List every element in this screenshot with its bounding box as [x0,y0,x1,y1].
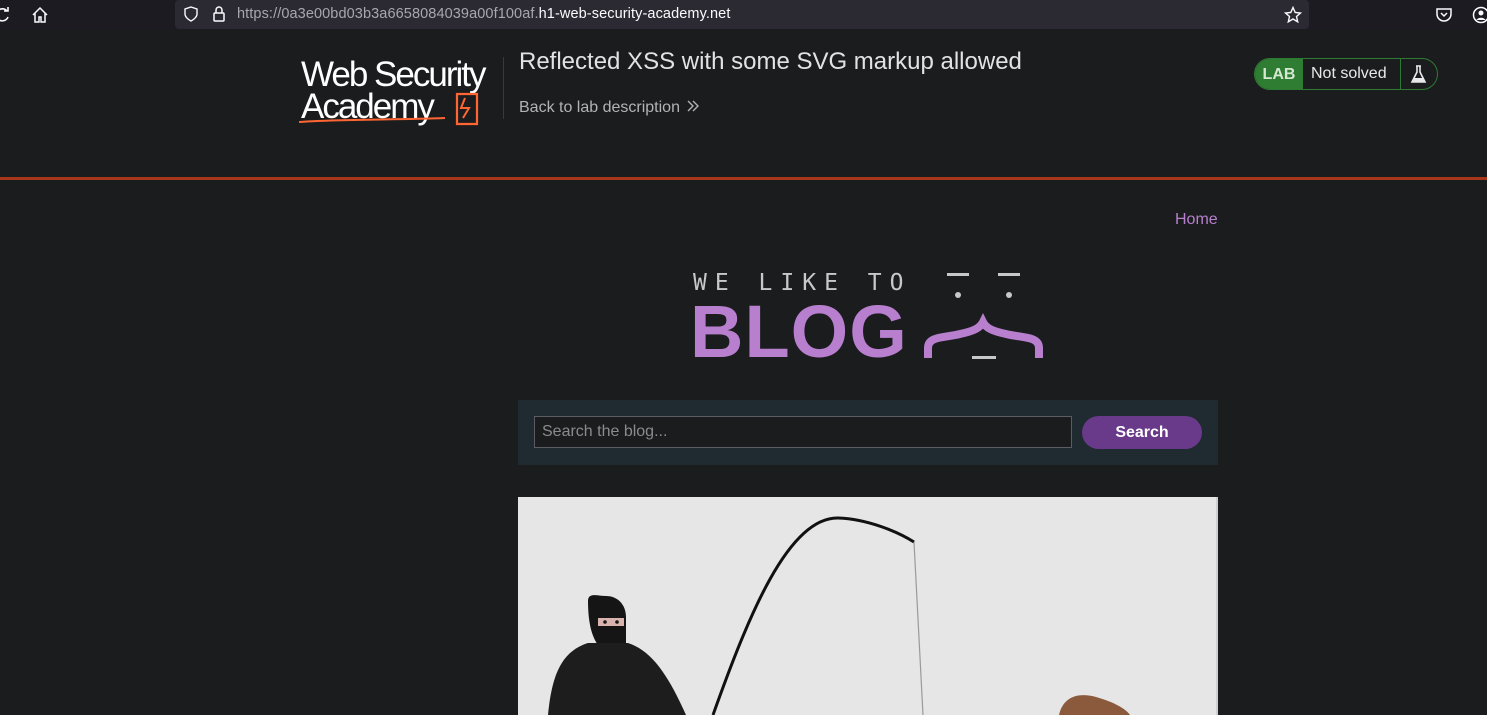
address-bar[interactable]: https://0a3e00bd03b3a6658084039a00f100af… [175,0,1309,29]
face-brace-icon [924,273,1043,359]
back-to-lab-description-link[interactable]: Back to lab description [519,99,700,117]
url-text[interactable]: https://0a3e00bd03b3a6658084039a00f100af… [237,6,730,22]
browser-toolbar: https://0a3e00bd03b3a6658084039a00f100af… [0,0,1487,30]
search-form: Search [518,400,1218,465]
flask-icon [1410,65,1427,83]
status-text: Not solved [1303,59,1401,89]
search-button[interactable]: Search [1082,416,1202,449]
banner-blog-word: BLOG [690,290,908,373]
header-accent-rule [0,177,1487,180]
double-chevron-right-icon [687,100,699,112]
reload-icon[interactable] [0,6,12,24]
bookmark-star-icon[interactable] [1284,6,1302,24]
nav-home-link[interactable]: Home [1175,211,1218,229]
lab-status-widget: LAB Not solved [1254,58,1438,90]
lock-icon[interactable] [211,5,227,23]
back-link-label: Back to lab description [519,99,680,116]
lab-title: Reflected XSS with some SVG markup allow… [519,48,1022,75]
web-security-academy-logo[interactable]: Web Security Academy [299,56,499,128]
status-badge: LAB [1255,59,1303,89]
blog-post-image[interactable] [518,497,1218,715]
blog-banner: WE LIKE TO BLOG [690,268,1050,373]
search-input[interactable] [534,416,1072,448]
account-icon[interactable] [1472,6,1487,24]
url-prefix: https://0a3e00bd03b3a6658084039a00f100af… [237,6,539,22]
home-icon[interactable] [31,6,49,24]
logo-divider [503,57,504,119]
url-host: h1-web-security-academy.net [538,6,731,22]
shield-icon[interactable] [183,6,199,22]
pocket-icon[interactable] [1435,6,1453,24]
